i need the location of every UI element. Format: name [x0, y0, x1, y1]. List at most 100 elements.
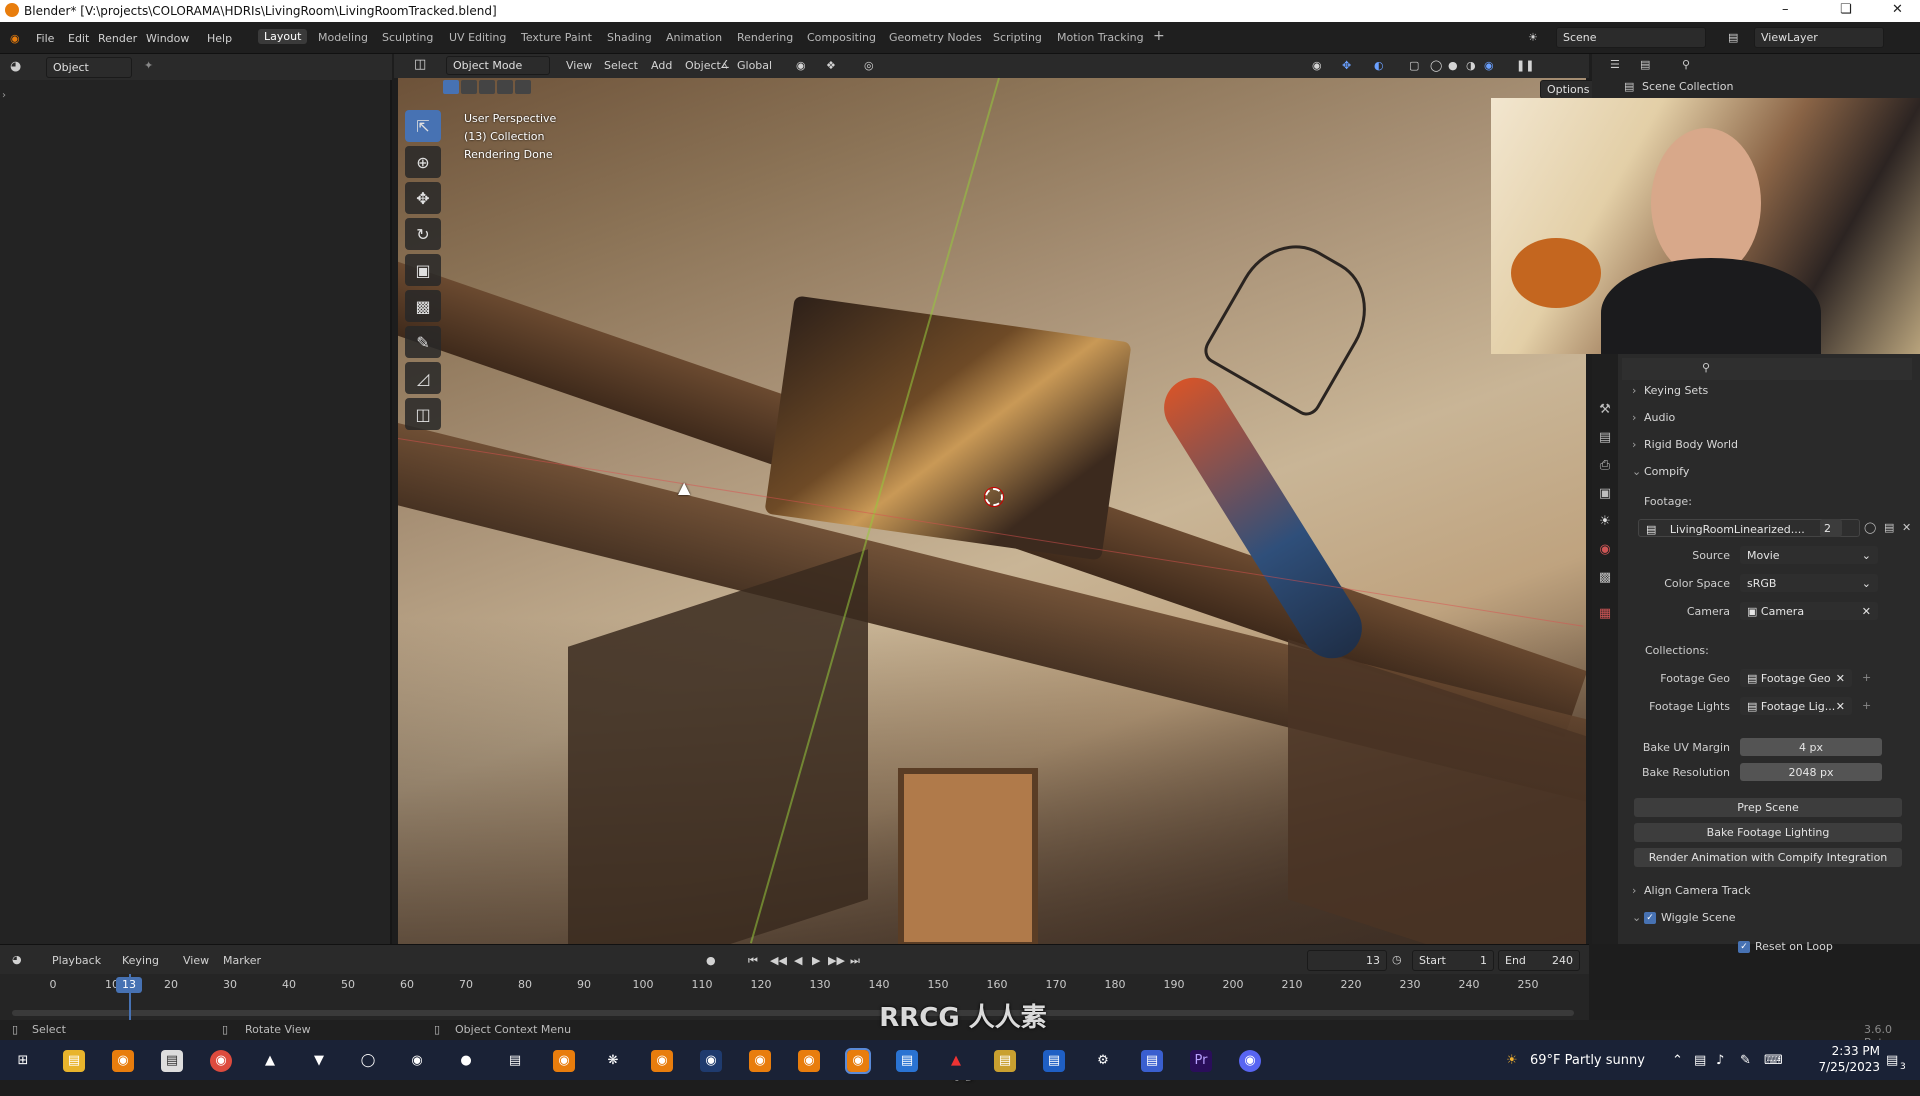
select-invert-icon[interactable] [497, 80, 513, 94]
outlook-icon[interactable]: ▤ [1043, 1050, 1065, 1072]
shading-rendered-icon[interactable]: ◉ [1484, 59, 1494, 72]
weather-text[interactable]: 69°F Partly sunny [1530, 1053, 1645, 1068]
prep-scene-button[interactable]: Prep Scene [1634, 798, 1902, 817]
annotate-tool-icon[interactable]: ✎ [405, 326, 441, 358]
tab-scripting[interactable]: Scripting [993, 31, 1042, 44]
timeline-menu-view[interactable]: View [183, 954, 209, 967]
footage-geo-field[interactable]: ▤ Footage Geo ✕ [1740, 669, 1852, 687]
editor-type-icon[interactable]: ◕ [10, 59, 21, 74]
color-space-dropdown[interactable]: sRGB ⌄ [1740, 574, 1878, 592]
tab-motion-tracking[interactable]: Motion Tracking [1057, 31, 1144, 44]
tool-tab-icon[interactable]: ⚒ [1597, 402, 1613, 418]
source-dropdown[interactable]: Movie ⌄ [1740, 546, 1878, 564]
keyboard-icon[interactable]: ⌨ [1764, 1053, 1783, 1068]
notification-icon[interactable]: ▤ [1886, 1053, 1898, 1068]
weather-icon[interactable]: ☀ [1506, 1053, 1518, 1068]
view-layer-selector[interactable]: ViewLayer [1754, 27, 1884, 48]
calendar-icon[interactable]: ▤ [994, 1050, 1016, 1072]
output-tab-icon[interactable]: ⎙ [1597, 458, 1613, 474]
network-icon[interactable]: ▤ [1694, 1053, 1706, 1068]
timeline-menu-playback[interactable]: Playback [52, 954, 101, 967]
timeline-scrollbar[interactable] [12, 1010, 1574, 1016]
tab-uv-editing[interactable]: UV Editing [449, 31, 506, 44]
tab-animation[interactable]: Animation [666, 31, 722, 44]
select-extend-icon[interactable] [461, 80, 477, 94]
select-intersect-icon[interactable] [515, 80, 531, 94]
orientation-selector[interactable]: Global [737, 59, 772, 72]
prev-keyframe-icon[interactable]: ◀◀ [770, 954, 787, 967]
play-reverse-icon[interactable]: ◀ [794, 954, 802, 967]
menu-render[interactable]: Render [98, 32, 137, 45]
viewport-menu-select[interactable]: Select [604, 59, 638, 72]
wiggle-scene-checkbox[interactable]: ✓ [1644, 912, 1656, 924]
camera-field[interactable]: ▣ Camera ✕ [1740, 602, 1878, 620]
viewport-menu-view[interactable]: View [566, 59, 592, 72]
visibility-icon[interactable]: ◉ [1312, 59, 1322, 72]
render-animation-compify-button[interactable]: Render Animation with Compify Integratio… [1634, 848, 1902, 867]
add-workspace-button[interactable]: + [1153, 28, 1165, 44]
playhead-frame-label[interactable]: 13 [116, 977, 142, 993]
viewport-menu-add[interactable]: Add [651, 59, 672, 72]
shading-material-icon[interactable]: ◑ [1466, 59, 1476, 72]
display-mode-icon[interactable]: ▤ [1640, 58, 1650, 71]
tab-sculpting[interactable]: Sculpting [382, 31, 433, 44]
move-tool-icon[interactable]: ✥ [405, 182, 441, 214]
davinci-icon[interactable]: ◉ [700, 1050, 722, 1072]
vpn-icon[interactable]: ▼ [308, 1050, 330, 1072]
close-icon[interactable]: ✕ [1892, 2, 1903, 17]
footage-lights-field[interactable]: ▤ Footage Lig... ✕ [1740, 697, 1852, 715]
collection-tab-icon[interactable]: ▩ [1597, 570, 1613, 586]
terminal-icon[interactable]: ▤ [504, 1050, 526, 1072]
windows-start-icon[interactable]: ⊞ [12, 1050, 34, 1072]
fake-user-icon[interactable]: ◯ [1864, 521, 1876, 534]
tab-texture-paint[interactable]: Texture Paint [521, 31, 592, 44]
end-frame-field[interactable]: End 240 [1498, 950, 1580, 971]
properties-search-icon[interactable]: ⚲ [1702, 361, 1710, 374]
shading-wireframe-icon[interactable]: ◯ [1430, 59, 1442, 72]
proportional-edit-icon[interactable]: ◎ [864, 59, 874, 72]
viewport-editor-type-icon[interactable]: ◫ [414, 57, 426, 72]
3d-cursor[interactable] [984, 487, 1004, 507]
record-icon[interactable]: ● [706, 954, 716, 967]
new-collection-icon[interactable]: + [1862, 671, 1871, 684]
clock[interactable]: 2:33 PM 7/25/2023 [1790, 1043, 1880, 1075]
pen-icon[interactable]: ✎ [1740, 1053, 1751, 1068]
rotate-tool-icon[interactable]: ↻ [405, 218, 441, 250]
restore-icon[interactable]: ❏ [1840, 2, 1852, 17]
blender-menu-icon[interactable]: ◉ [10, 32, 20, 45]
obs-record-icon[interactable]: ● [455, 1050, 477, 1072]
pin-icon[interactable]: ✦ [144, 59, 153, 72]
teams-icon[interactable]: ▤ [1141, 1050, 1163, 1072]
blender-app-icon[interactable]: ◉ [112, 1050, 134, 1072]
discord-icon[interactable]: ◉ [1239, 1050, 1261, 1072]
select-new-icon[interactable] [443, 80, 459, 94]
compify-section[interactable]: ⌄ Compify [1632, 465, 1689, 478]
keying-sets-section[interactable]: › Keying Sets [1632, 384, 1708, 397]
select-box-tool-icon[interactable]: ⇱ [405, 110, 441, 142]
aperture-icon[interactable]: ❋ [602, 1050, 624, 1072]
tab-compositing[interactable]: Compositing [807, 31, 876, 44]
reset-on-loop-option[interactable]: ✓ Reset on Loop [1738, 940, 1833, 953]
outliner-search-icon[interactable]: ⚲ [1682, 58, 1690, 71]
inkscape-icon[interactable]: ▲ [259, 1050, 281, 1072]
blender-app-icon-5[interactable]: ◉ [798, 1050, 820, 1072]
new-collection-icon[interactable]: + [1862, 699, 1871, 712]
timeline-menu-keying[interactable]: Keying [122, 954, 159, 967]
volume-icon[interactable]: ♪ [1716, 1053, 1724, 1068]
align-camera-track-section[interactable]: › Align Camera Track [1632, 884, 1751, 897]
collapse-arrow-icon[interactable]: › [2, 90, 6, 101]
clear-icon[interactable]: ✕ [1862, 605, 1871, 618]
snap-icon[interactable]: ❖ [826, 59, 836, 72]
notepad-icon[interactable]: ▤ [161, 1050, 183, 1072]
scene-collection-label[interactable]: Scene Collection [1642, 80, 1733, 93]
menu-help[interactable]: Help [207, 32, 232, 45]
add-cube-tool-icon[interactable]: ◫ [405, 398, 441, 430]
clear-icon[interactable]: ✕ [1836, 672, 1845, 685]
transform-tool-icon[interactable]: ▩ [405, 290, 441, 322]
viewport-options-dropdown[interactable]: Options [1540, 80, 1597, 99]
3d-viewport[interactable]: ▲ [398, 78, 1586, 944]
rigid-body-world-section[interactable]: › Rigid Body World [1632, 438, 1738, 451]
store-icon[interactable]: ▤ [896, 1050, 918, 1072]
play-icon[interactable]: ▶ [812, 954, 820, 967]
blender-app-icon-3[interactable]: ◉ [651, 1050, 673, 1072]
